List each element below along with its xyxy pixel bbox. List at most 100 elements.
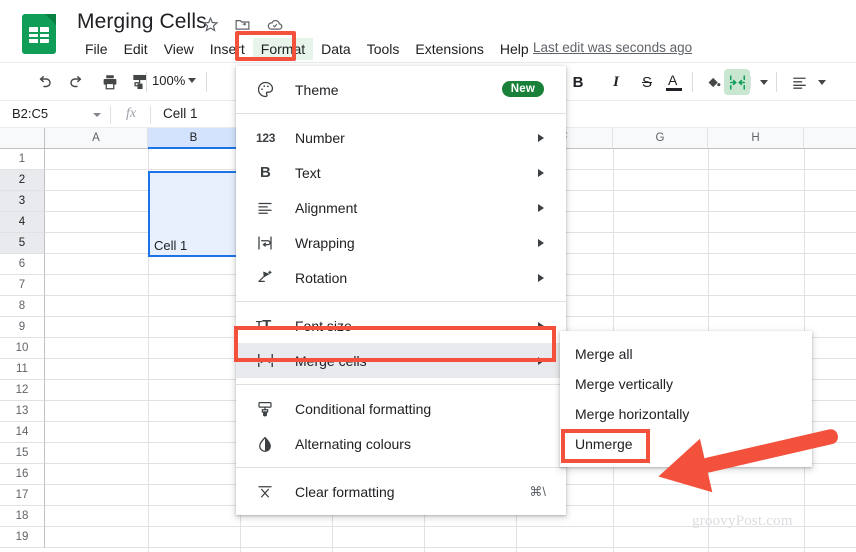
alignment-icon (256, 198, 282, 218)
menu-option-text[interactable]: B Text (236, 155, 566, 190)
submenu-arrow-icon (538, 133, 544, 142)
menu-option-rotation[interactable]: Rotation (236, 260, 566, 295)
row-header-7[interactable]: 7 (0, 275, 45, 296)
menu-divider-3 (236, 384, 566, 385)
paint-format-icon[interactable] (130, 72, 150, 92)
google-sheets-logo-icon (22, 14, 56, 54)
submenu-option-unmerge[interactable]: Unmerge (560, 429, 812, 459)
row-header-18[interactable]: 18 (0, 506, 45, 527)
title-icon-group (200, 14, 285, 35)
alternating-colours-icon (256, 434, 282, 454)
zoom-level[interactable]: 100% (152, 73, 185, 88)
select-all-corner[interactable] (0, 128, 45, 149)
align-chevron-icon[interactable] (812, 72, 832, 92)
column-header-a[interactable]: A (45, 128, 148, 149)
row-header-13[interactable]: 13 (0, 401, 45, 422)
row-header-14[interactable]: 14 (0, 422, 45, 443)
submenu-option-merge-all[interactable]: Merge all (560, 339, 812, 369)
menu-item-extensions[interactable]: Extensions (407, 38, 491, 60)
name-box-chevron-icon[interactable] (93, 113, 101, 117)
document-title[interactable]: Merging Cells (77, 10, 207, 34)
menu-option-theme[interactable]: Theme New (236, 72, 566, 107)
menu-item-insert[interactable]: Insert (202, 38, 253, 60)
chevron-down-icon[interactable] (188, 78, 196, 83)
strikethrough-icon[interactable]: S (637, 72, 657, 92)
format-dropdown-menu: Theme New 123 Number B Text Alignment Wr… (236, 66, 566, 515)
clear-formatting-icon (256, 482, 282, 502)
row-header-19[interactable]: 19 (0, 527, 45, 548)
column-header-i[interactable] (804, 128, 856, 149)
redo-icon[interactable] (67, 72, 87, 92)
submenu-arrow-icon (538, 203, 544, 212)
last-edit-status[interactable]: Last edit was seconds ago (533, 40, 692, 55)
print-icon[interactable] (100, 72, 120, 92)
submenu-option-merge-vertically[interactable]: Merge vertically (560, 369, 812, 399)
menu-item-view[interactable]: View (156, 38, 202, 60)
menu-option-wrapping-label: Wrapping (295, 234, 355, 251)
menu-option-alternating-colours[interactable]: Alternating colours (236, 426, 566, 461)
row-header-8[interactable]: 8 (0, 296, 45, 317)
name-box[interactable]: B2:C5 (12, 106, 48, 121)
menu-option-alternating-colours-label: Alternating colours (295, 435, 411, 452)
menu-option-number[interactable]: 123 Number (236, 120, 566, 155)
menu-option-font-size[interactable]: TT Font size (236, 308, 566, 343)
row-header-16[interactable]: 16 (0, 464, 45, 485)
menu-divider-1 (236, 113, 566, 114)
menu-option-conditional-formatting-label: Conditional formatting (295, 400, 432, 417)
fill-color-icon[interactable] (703, 72, 723, 92)
row-header-6[interactable]: 6 (0, 254, 45, 275)
row-header-9[interactable]: 9 (0, 317, 45, 338)
row-header-10[interactable]: 10 (0, 338, 45, 359)
bold-label: B (572, 73, 584, 91)
menu-option-alignment[interactable]: Alignment (236, 190, 566, 225)
align-icon[interactable] (789, 72, 809, 92)
row-header-17[interactable]: 17 (0, 485, 45, 506)
undo-icon[interactable] (34, 72, 54, 92)
row-header-4[interactable]: 4 (0, 212, 45, 233)
row-header-11[interactable]: 11 (0, 359, 45, 380)
menu-item-format[interactable]: Format (252, 38, 314, 60)
menu-item-help[interactable]: Help (492, 38, 537, 60)
submenu-arrow-icon (538, 238, 544, 247)
row-header-12[interactable]: 12 (0, 380, 45, 401)
menu-item-data[interactable]: Data (313, 38, 359, 60)
submenu-arrow-icon (538, 321, 544, 330)
palette-icon (256, 80, 282, 100)
column-header-b[interactable]: B (148, 128, 240, 149)
merge-cells-submenu: Merge all Merge vertically Merge horizon… (560, 331, 812, 467)
row-header-1[interactable]: 1 (0, 149, 45, 170)
text-color-icon[interactable]: A (664, 72, 684, 92)
submenu-arrow-icon (538, 168, 544, 177)
row-header-3[interactable]: 3 (0, 191, 45, 212)
menu-item-edit[interactable]: Edit (116, 38, 156, 60)
menu-option-clear-formatting[interactable]: Clear formatting ⌘\ (236, 474, 566, 509)
submenu-option-merge-horizontally[interactable]: Merge horizontally (560, 399, 812, 429)
menu-option-conditional-formatting[interactable]: Conditional formatting (236, 391, 566, 426)
menu-item-file[interactable]: File (77, 38, 116, 60)
merge-cells-icon[interactable] (727, 72, 747, 92)
row-header-15[interactable]: 15 (0, 443, 45, 464)
star-icon[interactable] (200, 14, 221, 35)
column-header-h[interactable]: H (708, 128, 804, 149)
row-header-5[interactable]: 5 (0, 233, 45, 254)
formula-input[interactable]: Cell 1 (163, 106, 198, 121)
menu-option-merge-cells[interactable]: Merge cells (236, 343, 566, 378)
menu-item-tools[interactable]: Tools (359, 38, 408, 60)
wrapping-icon (256, 233, 282, 253)
move-to-folder-icon[interactable] (232, 14, 253, 35)
clear-formatting-shortcut: ⌘\ (529, 483, 546, 499)
menu-option-wrapping[interactable]: Wrapping (236, 225, 566, 260)
column-header-g[interactable]: G (613, 128, 708, 149)
menu-option-alignment-label: Alignment (295, 199, 358, 216)
fx-icon: fx (126, 106, 137, 121)
cloud-saved-icon[interactable] (264, 14, 285, 35)
italic-icon[interactable]: I (606, 72, 626, 92)
bold-icon[interactable]: B (568, 72, 588, 92)
menu-bar: File Edit View Insert Format Data Tools … (77, 38, 537, 60)
row-header-2[interactable]: 2 (0, 170, 45, 191)
menu-option-merge-cells-label: Merge cells (295, 352, 367, 369)
menu-option-number-label: Number (295, 129, 345, 146)
merge-options-chevron-icon[interactable] (754, 72, 774, 92)
italic-label: I (613, 73, 619, 90)
bold-b-icon: B (260, 164, 271, 181)
